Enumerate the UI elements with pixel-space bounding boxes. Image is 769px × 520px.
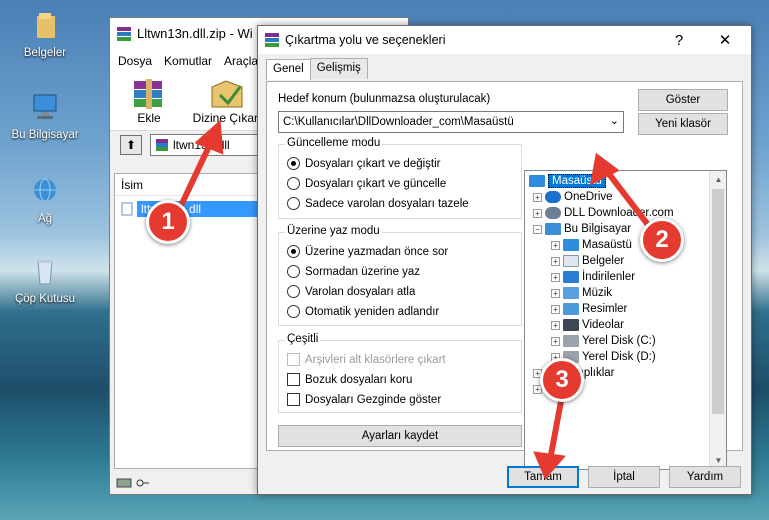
step-badge-3: 3	[540, 358, 584, 402]
arrow-2	[603, 167, 655, 233]
arrow-3-head	[533, 451, 566, 480]
arrow-3	[547, 393, 565, 463]
step-badge-1: 1	[146, 200, 190, 244]
step-badge-2: 2	[640, 218, 684, 262]
arrow-1	[175, 137, 215, 215]
arrow-1-head	[194, 119, 224, 155]
